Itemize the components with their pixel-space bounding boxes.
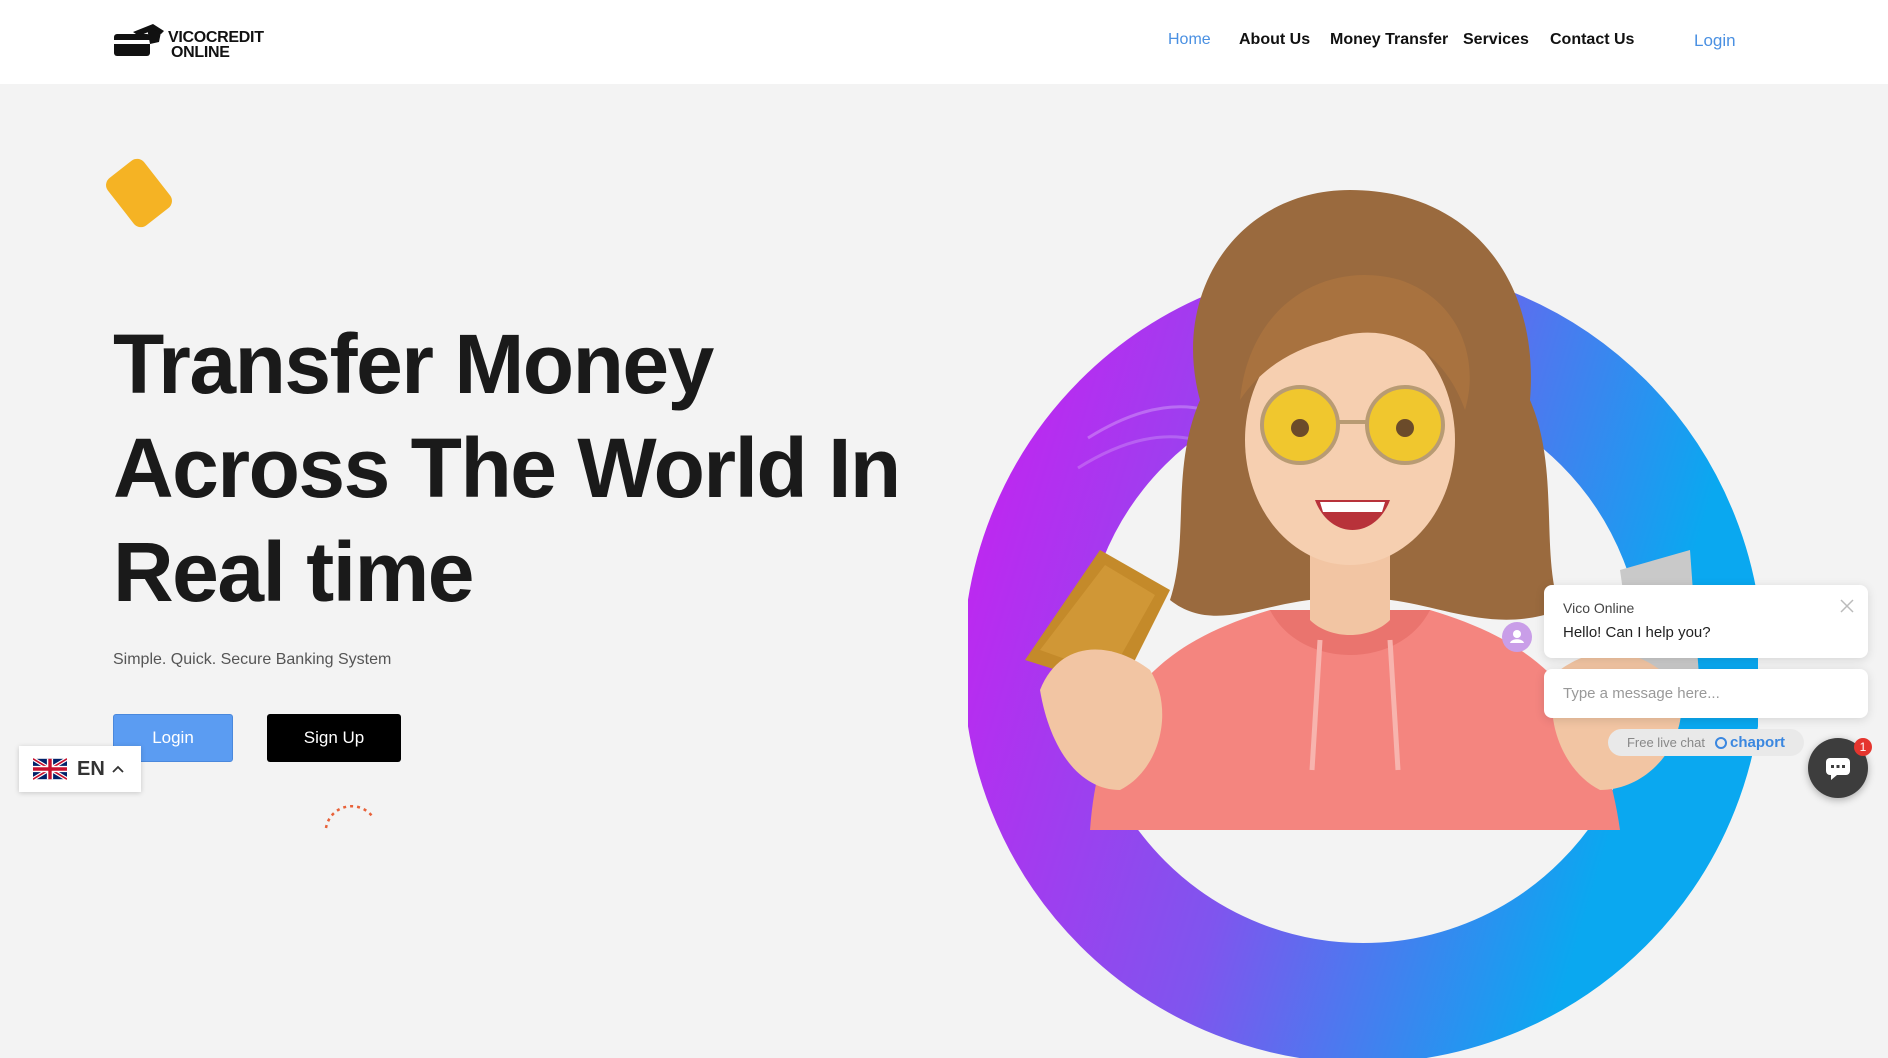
uk-flag-icon bbox=[33, 757, 67, 781]
logo-wordmark: VICOCREDIT ONLINE bbox=[168, 29, 264, 61]
language-code: EN bbox=[77, 757, 105, 780]
chat-powered-text: Free live chat bbox=[1626, 735, 1706, 750]
decorative-tag-shape bbox=[102, 155, 176, 231]
site-header: VICOCREDIT ONLINE Home About Us Money Tr… bbox=[0, 0, 1888, 84]
chat-agent-name: Vico Online bbox=[1563, 600, 1635, 616]
logo-line-2: ONLINE bbox=[171, 44, 230, 61]
nav-about-us[interactable]: About Us bbox=[1239, 31, 1310, 49]
chat-unread-badge: 1 bbox=[1854, 738, 1872, 756]
hero-title-line-3: Real time bbox=[113, 525, 475, 619]
wallet-logo-icon bbox=[114, 24, 164, 56]
nav-contact-us[interactable]: Contact Us bbox=[1550, 31, 1634, 49]
chat-agent-avatar bbox=[1502, 622, 1532, 652]
chevron-up-icon bbox=[112, 765, 124, 773]
chat-powered-by[interactable]: Free live chat chaport bbox=[1608, 729, 1804, 756]
language-selector[interactable]: EN bbox=[19, 746, 141, 792]
chaport-brand: chaport bbox=[1715, 734, 1785, 751]
user-icon bbox=[1510, 630, 1524, 643]
chat-message-input[interactable] bbox=[1544, 669, 1868, 718]
chaport-logo-icon bbox=[1715, 736, 1728, 749]
hero-title-line-1: Transfer Money bbox=[113, 317, 714, 411]
nav-home[interactable]: Home bbox=[1168, 31, 1211, 49]
site-logo[interactable]: VICOCREDIT ONLINE bbox=[113, 20, 283, 64]
nav-money-transfer[interactable]: Money Transfer bbox=[1330, 31, 1448, 49]
chat-message-bubble: Vico Online Hello! Can I help you? bbox=[1544, 585, 1868, 658]
hero-signup-button[interactable]: Sign Up bbox=[267, 714, 401, 762]
hero-subtitle: Simple. Quick. Secure Banking System bbox=[113, 651, 392, 668]
chat-brand-name: chaport bbox=[1730, 734, 1786, 751]
hero-woman-image bbox=[1025, 190, 1700, 830]
chat-message-text: Hello! Can I help you? bbox=[1563, 624, 1711, 641]
logo-line-1: VICOCREDIT bbox=[168, 29, 264, 46]
nav-services[interactable]: Services bbox=[1463, 31, 1529, 49]
hero-title: Transfer Money Across The World In Real … bbox=[113, 312, 973, 624]
decorative-dotted-arc bbox=[324, 804, 373, 829]
chat-bubble-icon bbox=[1826, 758, 1850, 780]
close-icon[interactable] bbox=[1840, 599, 1854, 613]
hero-title-line-2: Across The World In bbox=[113, 421, 901, 515]
nav-login[interactable]: Login bbox=[1694, 31, 1736, 51]
